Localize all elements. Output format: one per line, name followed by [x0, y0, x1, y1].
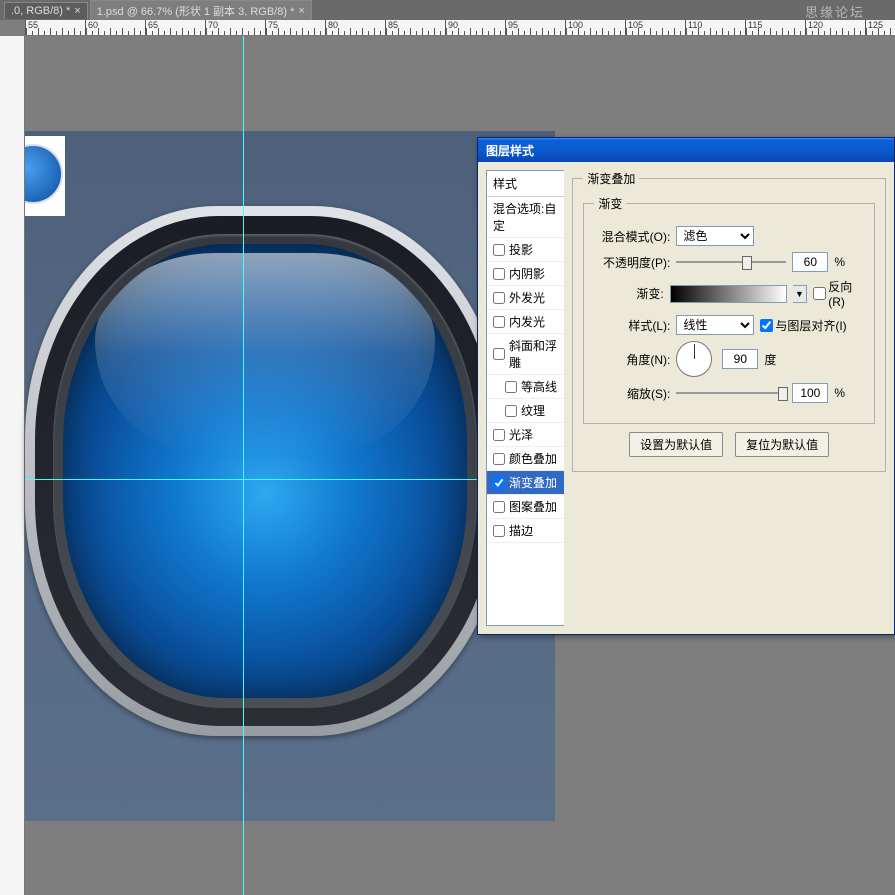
style-list-item[interactable]: 渐变叠加 [487, 471, 564, 495]
ruler-tick: 90 [445, 20, 505, 35]
watermark-text: 思缘论坛 [805, 2, 865, 21]
style-item-label: 光泽 [509, 426, 533, 443]
style-checkbox[interactable] [493, 268, 505, 280]
style-checkbox[interactable] [493, 501, 505, 513]
style-item-label: 等高线 [521, 378, 557, 395]
opacity-input[interactable] [792, 252, 828, 272]
reset-default-button[interactable]: 复位为默认值 [735, 432, 829, 457]
style-item-label: 描边 [509, 522, 533, 539]
document-tab[interactable]: .0, RGB/8) * × [4, 2, 88, 19]
style-checkbox[interactable] [493, 348, 505, 360]
scale-slider[interactable] [676, 385, 786, 401]
make-default-button[interactable]: 设置为默认值 [629, 432, 723, 457]
style-checkbox[interactable] [493, 292, 505, 304]
ruler-tick: 95 [505, 20, 565, 35]
percent-label: % [834, 255, 845, 269]
style-checkbox[interactable] [493, 316, 505, 328]
style-item-label: 图案叠加 [509, 498, 557, 515]
ruler-tick: 55 [25, 20, 85, 35]
percent-label: % [834, 386, 845, 400]
ruler-tick: 100 [565, 20, 625, 35]
opacity-label: 不透明度(P): [594, 254, 670, 271]
document-tab-bar: .0, RGB/8) * × 1.psd @ 66.7% (形状 1 副本 3,… [0, 0, 895, 20]
blend-mode-select[interactable]: 滤色 [676, 226, 754, 246]
blend-mode-label: 混合模式(O): [594, 228, 670, 245]
thumbnail-preview [25, 136, 65, 216]
ruler-tick: 120 [805, 20, 865, 35]
align-checkbox[interactable] [760, 319, 773, 332]
gradient-overlay-panel: 渐变叠加 渐变 混合模式(O): 滤色 不透明度(P): [564, 170, 894, 626]
scale-label: 缩放(S): [594, 385, 670, 402]
style-list-item[interactable]: 纹理 [487, 399, 564, 423]
style-list-item[interactable]: 投影 [487, 238, 564, 262]
style-list-item[interactable]: 混合选项:自定 [487, 197, 564, 238]
tab-label: 1.psd @ 66.7% (形状 1 副本 3, RGB/8) * [97, 3, 295, 19]
ruler-tick: 110 [685, 20, 745, 35]
style-item-label: 混合选项:自定 [493, 200, 558, 234]
ruler-tick: 125 [865, 20, 895, 35]
style-checkbox[interactable] [493, 453, 505, 465]
style-select[interactable]: 线性 [676, 315, 754, 335]
style-checkbox[interactable] [493, 525, 505, 537]
style-checkbox[interactable] [493, 429, 505, 441]
artwork-shape[interactable] [25, 206, 505, 736]
style-list-item[interactable]: 外发光 [487, 286, 564, 310]
ruler-tick: 65 [145, 20, 205, 35]
gradient-preview[interactable] [670, 285, 787, 303]
style-list-item[interactable]: 斜面和浮雕 [487, 334, 564, 375]
style-list-item[interactable]: 内发光 [487, 310, 564, 334]
horizontal-ruler[interactable]: 5560657075808590951001051101151201251301… [25, 20, 895, 36]
style-list-item[interactable]: 颜色叠加 [487, 447, 564, 471]
panel-group-title: 渐变叠加 [583, 170, 639, 187]
style-item-label: 外发光 [509, 289, 545, 306]
style-list-item[interactable]: 内阴影 [487, 262, 564, 286]
align-checkbox-label[interactable]: 与图层对齐(I) [760, 317, 846, 334]
dialog-title: 图层样式 [486, 144, 534, 158]
gradient-dropdown-icon[interactable]: ▼ [793, 285, 808, 303]
ruler-tick: 80 [325, 20, 385, 35]
tab-label: .0, RGB/8) * [11, 5, 70, 17]
vertical-guide[interactable] [243, 36, 244, 895]
panel-inner-title: 渐变 [594, 195, 626, 212]
angle-input[interactable] [722, 349, 758, 369]
style-checkbox[interactable] [493, 244, 505, 256]
style-item-label: 斜面和浮雕 [509, 337, 558, 371]
angle-dial[interactable] [676, 341, 712, 377]
styles-list: 样式 混合选项:自定投影内阴影外发光内发光斜面和浮雕等高线纹理光泽颜色叠加渐变叠… [486, 170, 564, 626]
style-list-item[interactable]: 图案叠加 [487, 495, 564, 519]
vertical-ruler[interactable] [0, 36, 25, 895]
dialog-titlebar[interactable]: 图层样式 [478, 138, 894, 162]
style-checkbox[interactable] [493, 477, 505, 489]
scale-input[interactable] [792, 383, 828, 403]
style-list-item[interactable]: 等高线 [487, 375, 564, 399]
angle-unit: 度 [764, 351, 776, 368]
styles-list-header[interactable]: 样式 [487, 171, 564, 197]
style-checkbox[interactable] [505, 381, 517, 393]
ruler-tick: 105 [625, 20, 685, 35]
opacity-slider[interactable] [676, 254, 786, 270]
style-item-label: 纹理 [521, 402, 545, 419]
close-icon[interactable]: × [298, 5, 304, 17]
ruler-tick: 85 [385, 20, 445, 35]
ruler-tick: 75 [265, 20, 325, 35]
style-item-label: 内发光 [509, 313, 545, 330]
reverse-checkbox-label[interactable]: 反向(R) [813, 278, 864, 309]
angle-label: 角度(N): [594, 351, 670, 368]
style-item-label: 渐变叠加 [509, 474, 557, 491]
style-label: 样式(L): [594, 317, 670, 334]
close-icon[interactable]: × [74, 5, 80, 17]
layer-style-dialog: 图层样式 样式 混合选项:自定投影内阴影外发光内发光斜面和浮雕等高线纹理光泽颜色… [477, 137, 895, 635]
style-list-item[interactable]: 光泽 [487, 423, 564, 447]
style-item-label: 投影 [509, 241, 533, 258]
style-item-label: 内阴影 [509, 265, 545, 282]
style-checkbox[interactable] [505, 405, 517, 417]
document-tab[interactable]: 1.psd @ 66.7% (形状 1 副本 3, RGB/8) * × [90, 0, 312, 21]
reverse-checkbox[interactable] [813, 287, 826, 300]
style-list-item[interactable]: 描边 [487, 519, 564, 543]
ruler-tick: 115 [745, 20, 805, 35]
gradient-label: 渐变: [594, 285, 663, 302]
ruler-tick: 70 [205, 20, 265, 35]
style-item-label: 颜色叠加 [509, 450, 557, 467]
ruler-tick: 60 [85, 20, 145, 35]
